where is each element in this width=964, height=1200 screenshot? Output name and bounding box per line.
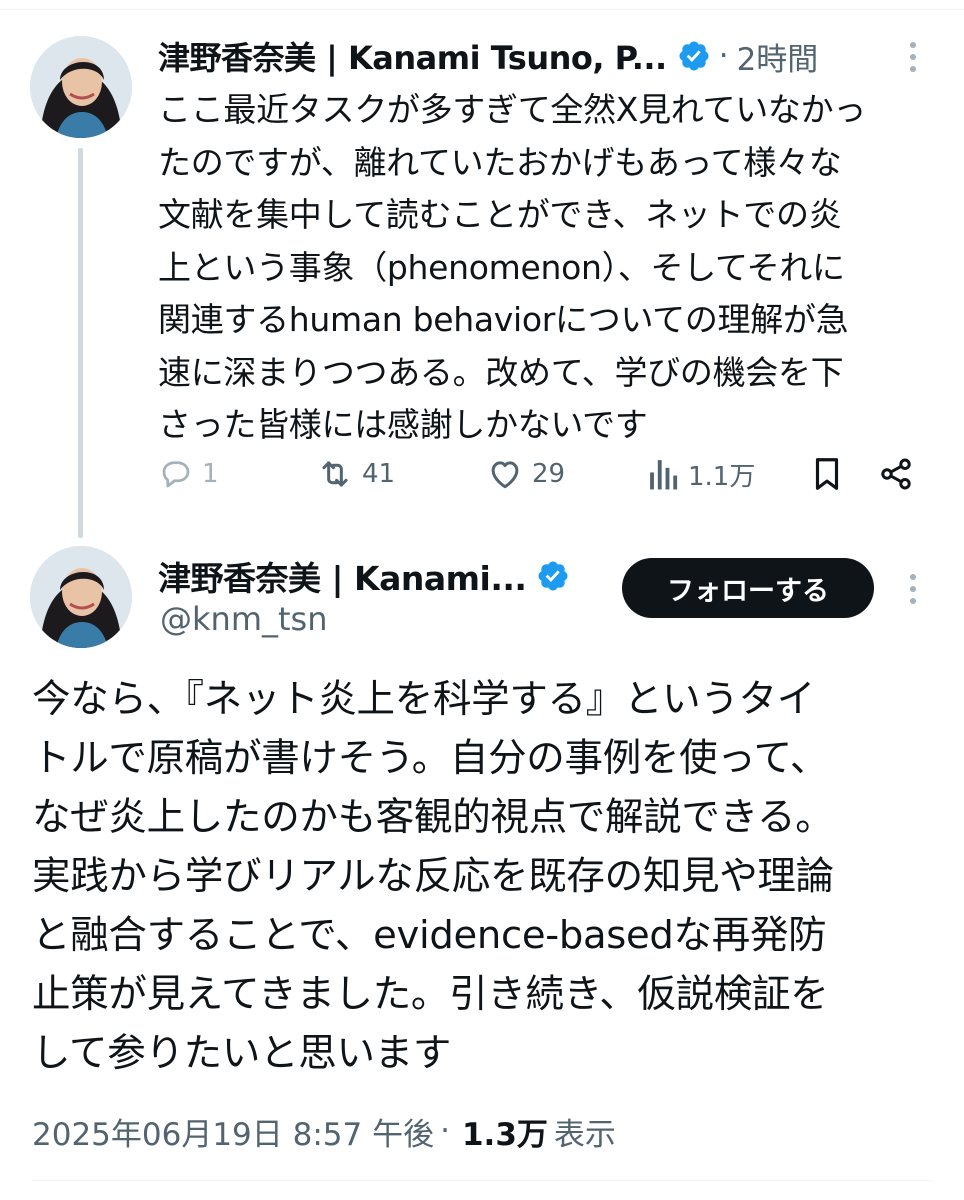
share-icon bbox=[878, 456, 914, 492]
text-line: 文献を集中して読むことができ、ネットでの炎 bbox=[158, 195, 842, 234]
main-display-name[interactable]: 津野香奈美 | Kanami... bbox=[158, 552, 527, 600]
text-line: 止策が見えてきました。引き続き、仮説検証を bbox=[32, 972, 829, 1017]
views-button[interactable]: 1.1万 bbox=[648, 448, 755, 500]
avatar[interactable] bbox=[30, 36, 132, 138]
like-button[interactable]: 29 bbox=[486, 448, 565, 500]
reply-icon bbox=[158, 456, 194, 492]
reply-author-row: 津野香奈美 | Kanami Tsuno, P... · 2時間 bbox=[158, 30, 818, 82]
top-divider bbox=[0, 9, 964, 10]
heart-icon bbox=[486, 455, 524, 493]
views-chart-icon bbox=[648, 457, 680, 491]
retweet-count: 41 bbox=[362, 459, 396, 489]
text-line: たのですが、離れていたおかげもあって様々な bbox=[158, 142, 842, 182]
text-line: トルで原稿が書けそう。自分の事例を使って、 bbox=[32, 736, 829, 781]
views-label: 表示 bbox=[553, 1116, 616, 1153]
text-line: 上という事象（phenomenon）、そしてそれに bbox=[158, 247, 845, 287]
retweet-icon bbox=[316, 455, 354, 493]
action-bar: 1 41 29 1.1万 bbox=[158, 448, 928, 500]
like-count: 29 bbox=[532, 459, 566, 489]
text-line: 実践から学びリアルな反応を既存の知見や理論 bbox=[32, 854, 834, 899]
verified-badge-icon bbox=[677, 39, 711, 73]
main-author-row: 津野香奈美 | Kanami... bbox=[158, 552, 570, 600]
more-dots-icon[interactable] bbox=[908, 574, 918, 604]
text-line: 関連するhuman behaviorについての理解が急 bbox=[158, 300, 849, 339]
timestamp-row: 2025年06月19日 8:57 午後 · 1.3万 表示 bbox=[32, 1106, 616, 1156]
tweet-timestamp[interactable]: 2025年06月19日 8:57 午後 bbox=[32, 1109, 434, 1154]
text-line: ここ最近タスクが多すぎて全然X見れていなかっ bbox=[158, 90, 867, 129]
bottom-divider bbox=[32, 1180, 932, 1181]
reply-count: 1 bbox=[202, 459, 219, 489]
follow-button[interactable]: フォローする bbox=[622, 558, 874, 618]
view-count: 1.1万 bbox=[688, 461, 756, 492]
text-line: 速に深まりつつある。改めて、学びの機会を下 bbox=[158, 352, 844, 392]
verified-badge-icon bbox=[536, 559, 570, 593]
text-line: なぜ炎上したのかも客観的視点で解説できる。 bbox=[32, 795, 834, 840]
view-count: 1.3万 bbox=[461, 1116, 548, 1153]
reply-button[interactable]: 1 bbox=[158, 448, 219, 500]
thread-connector-line bbox=[78, 148, 83, 538]
text-line: と融合することで、evidence-basedな再発防 bbox=[32, 913, 827, 958]
text-line: 今なら、『ネット炎上を科学する』というタイ bbox=[32, 677, 815, 722]
retweet-button[interactable]: 41 bbox=[316, 448, 395, 500]
time-separator: · bbox=[718, 38, 729, 74]
more-dots-icon[interactable] bbox=[908, 42, 918, 72]
avatar[interactable] bbox=[30, 546, 132, 648]
share-button[interactable] bbox=[878, 448, 914, 500]
bookmark-icon bbox=[810, 455, 844, 493]
user-handle[interactable]: @knm_tsn bbox=[160, 600, 327, 638]
reply-time[interactable]: 2時間 bbox=[737, 34, 819, 79]
text-line: して参りたいと思います bbox=[32, 1031, 452, 1076]
text-line: さった皆様には感謝しかないです bbox=[158, 405, 648, 444]
bookmark-button[interactable] bbox=[810, 448, 844, 500]
main-tweet-text: 今なら、『ネット炎上を科学する』というタイ トルで原稿が書けそう。自分の事例を使… bbox=[32, 670, 944, 1083]
timestamp-separator: · bbox=[440, 1113, 450, 1149]
reply-display-name[interactable]: 津野香奈美 | Kanami Tsuno, P... bbox=[158, 33, 667, 79]
reply-tweet-text: ここ最近タスクが多すぎて全然X見れていなかっ たのですが、離れていたおかげもあっ… bbox=[158, 84, 948, 452]
